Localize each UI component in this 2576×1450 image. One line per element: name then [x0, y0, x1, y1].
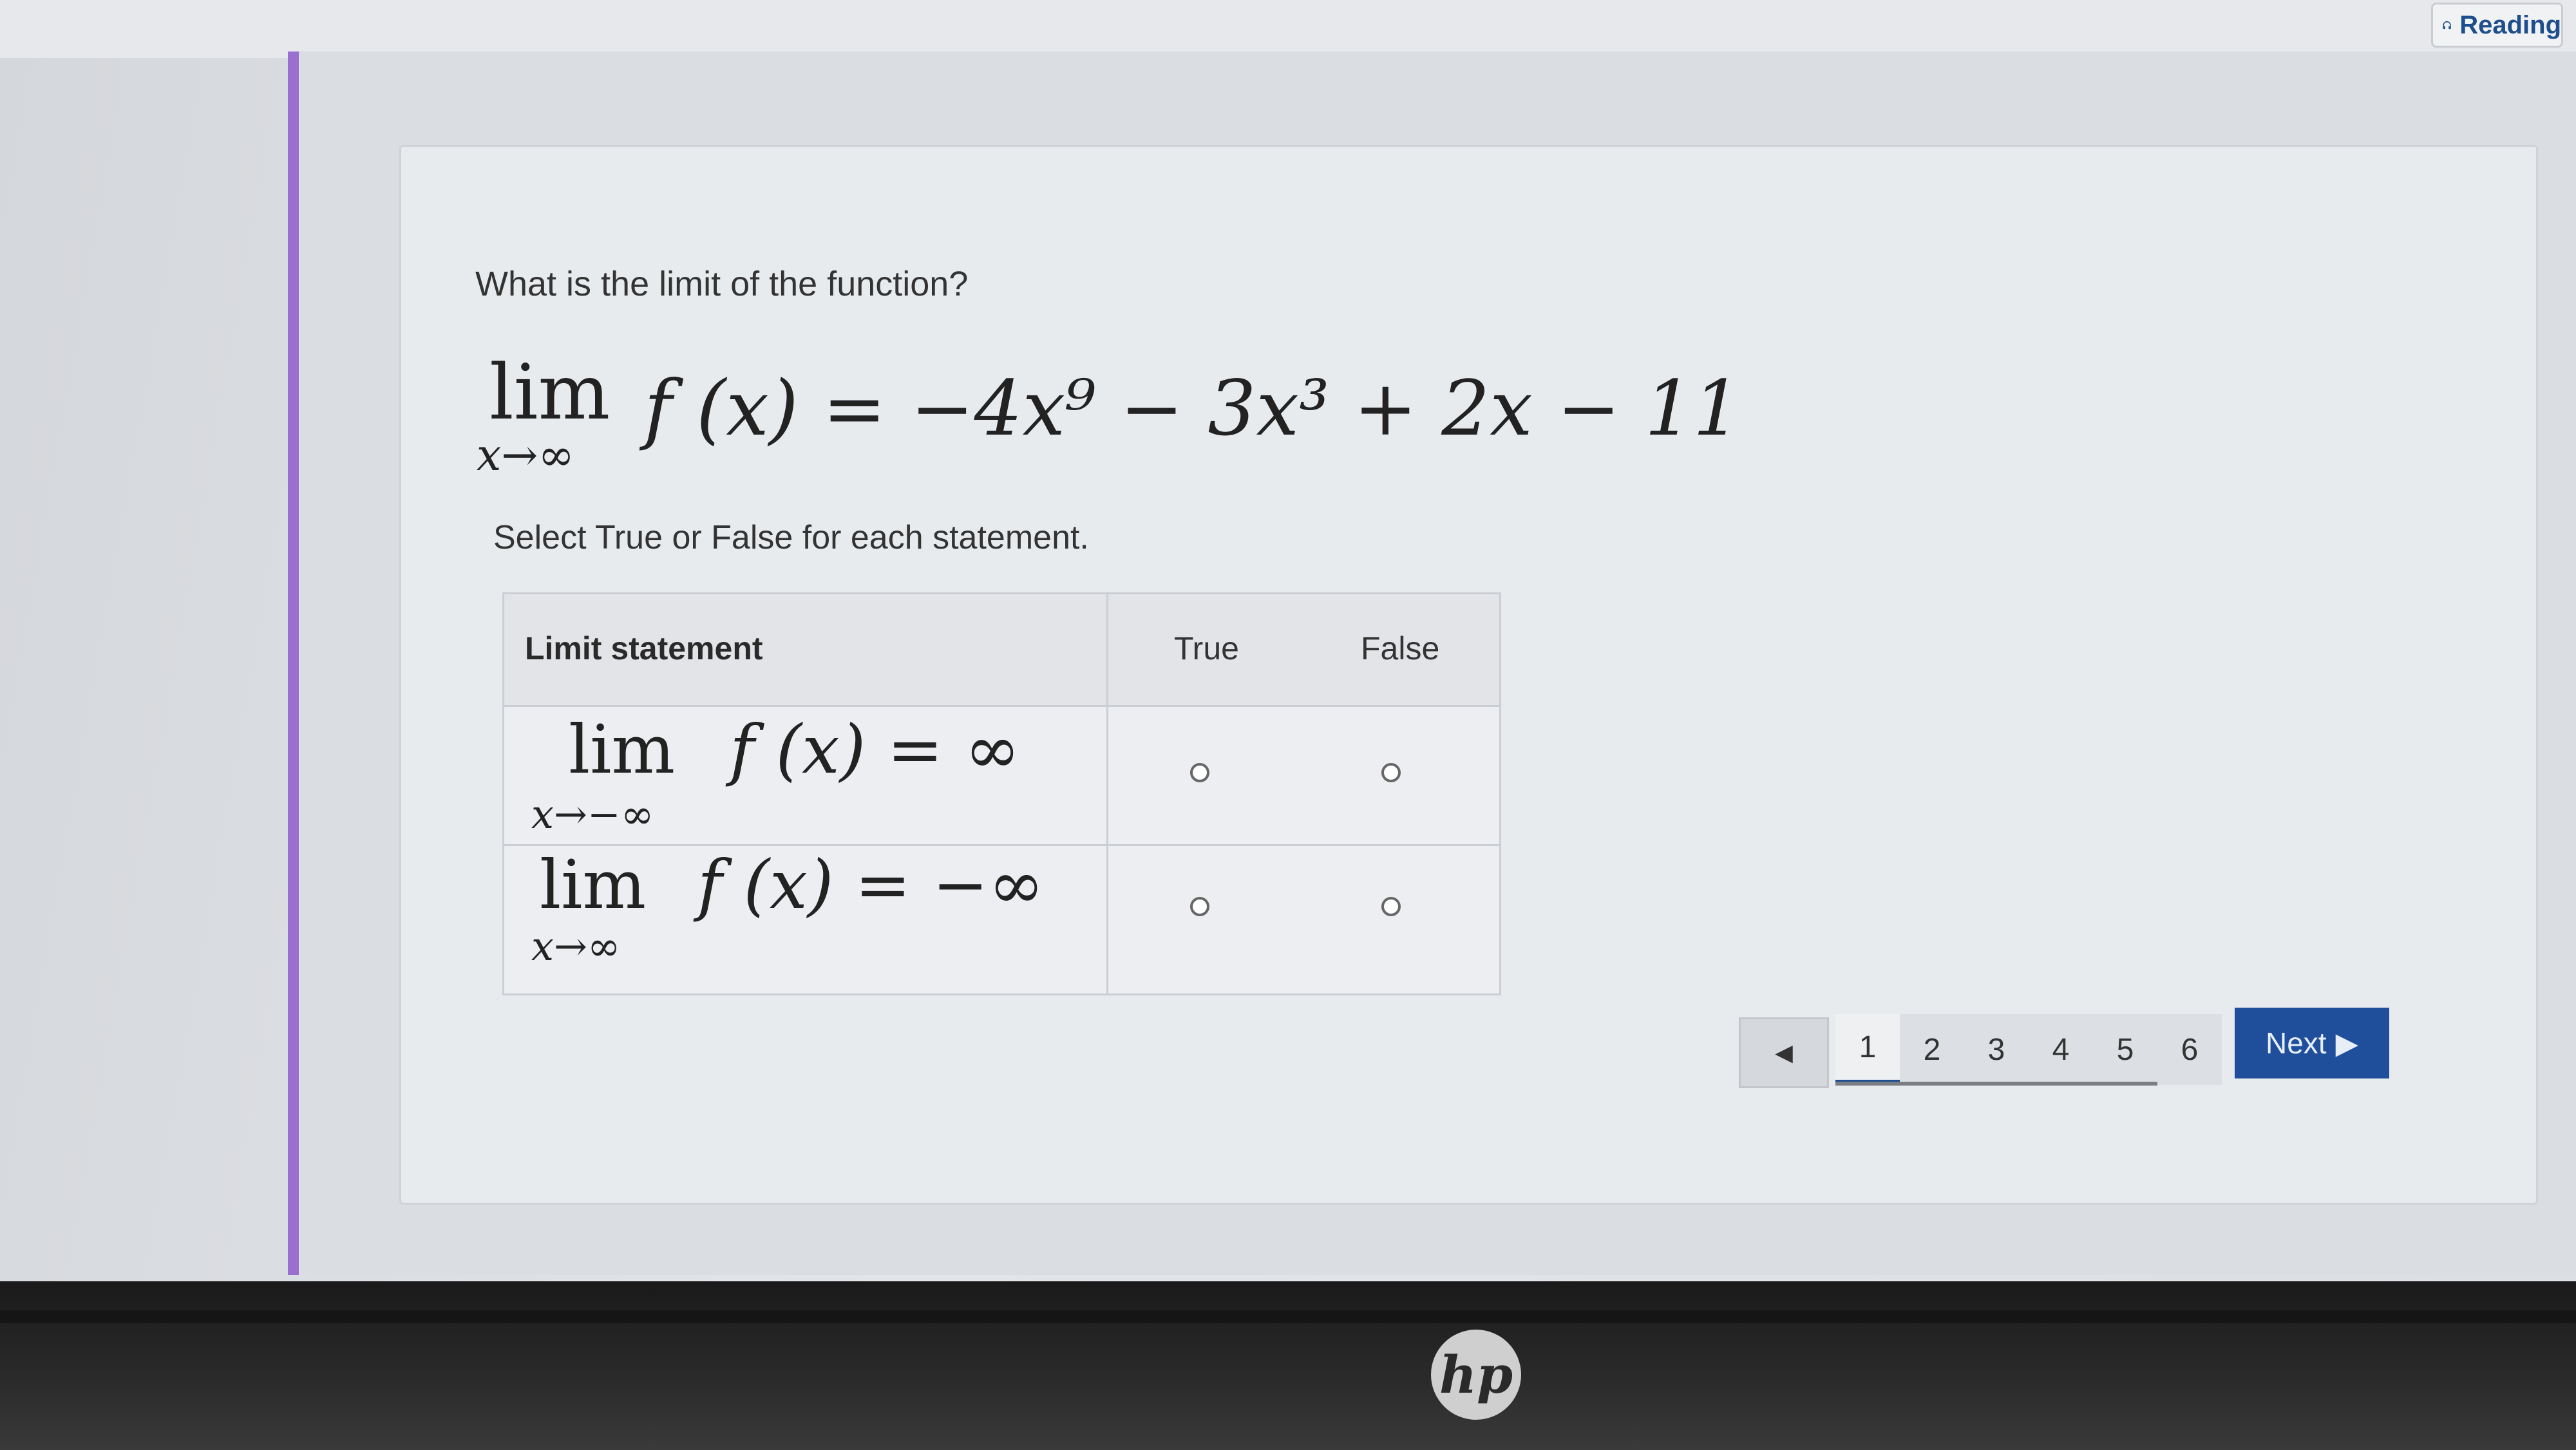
- row2-true-radio[interactable]: [1190, 897, 1209, 916]
- question-prompt: What is the limit of the function?: [475, 265, 969, 303]
- chevron-left-icon: ◀: [1775, 1039, 1793, 1066]
- row2-expression: f (x) = −∞: [697, 845, 1045, 924]
- top-strip: [0, 0, 2576, 58]
- header-limit-statement: Limit statement: [525, 630, 763, 666]
- column-divider: [1106, 594, 1108, 993]
- page-4-button[interactable]: 4: [2029, 1014, 2093, 1085]
- instruction-text: Select True or False for each statement.: [493, 519, 1089, 556]
- row1-subscript: x→−∞: [531, 791, 654, 838]
- main-equation-expression: f (x) = −4x⁹ − 3x³ + 2x − 11: [644, 364, 1741, 453]
- header-false: False: [1361, 630, 1440, 666]
- page-3-button[interactable]: 3: [1964, 1014, 2029, 1085]
- pagination-track: [1835, 1082, 2157, 1086]
- headphones-icon: [2443, 21, 2451, 30]
- next-button[interactable]: Next ▶: [2235, 1008, 2389, 1078]
- screen: Reading What is the limit of the functio…: [0, 0, 2576, 1301]
- laptop-bezel: [0, 1281, 2576, 1450]
- row1-false-radio[interactable]: [1381, 763, 1401, 782]
- table-header-row: Limit statement True False: [504, 594, 1499, 707]
- play-arrow-icon: ▶: [2335, 1026, 2358, 1060]
- page-2-button[interactable]: 2: [1900, 1014, 1964, 1085]
- page-5-button[interactable]: 5: [2093, 1014, 2157, 1085]
- row1-lim: lim: [569, 710, 676, 789]
- row1-expression: f (x) = ∞: [730, 710, 1021, 789]
- row2-subscript: x→∞: [531, 923, 621, 970]
- accent-bar: [288, 52, 299, 1275]
- bezel-edge: [0, 1310, 2576, 1323]
- row2-false-radio[interactable]: [1381, 897, 1401, 916]
- limit-table: Limit statement True False lim x→−∞ f (x…: [502, 592, 1501, 995]
- hp-logo: hp: [1431, 1330, 1521, 1420]
- prev-page-button[interactable]: ◀: [1739, 1017, 1829, 1088]
- main-equation-limit: lim x→∞: [477, 348, 611, 481]
- row1-true-radio[interactable]: [1190, 763, 1209, 782]
- next-label: Next: [2266, 1026, 2327, 1060]
- header-true: True: [1174, 630, 1239, 666]
- reading-label: Reading: [2459, 10, 2561, 39]
- lim-subscript: x→∞: [477, 430, 574, 481]
- hp-logo-text: hp: [1439, 1344, 1513, 1405]
- page-1-button[interactable]: 1: [1835, 1014, 1900, 1085]
- page-6-button[interactable]: 6: [2157, 1014, 2222, 1085]
- reading-button[interactable]: Reading: [2431, 3, 2563, 48]
- row2-lim: lim: [540, 845, 647, 924]
- lim-operator: lim: [489, 348, 611, 437]
